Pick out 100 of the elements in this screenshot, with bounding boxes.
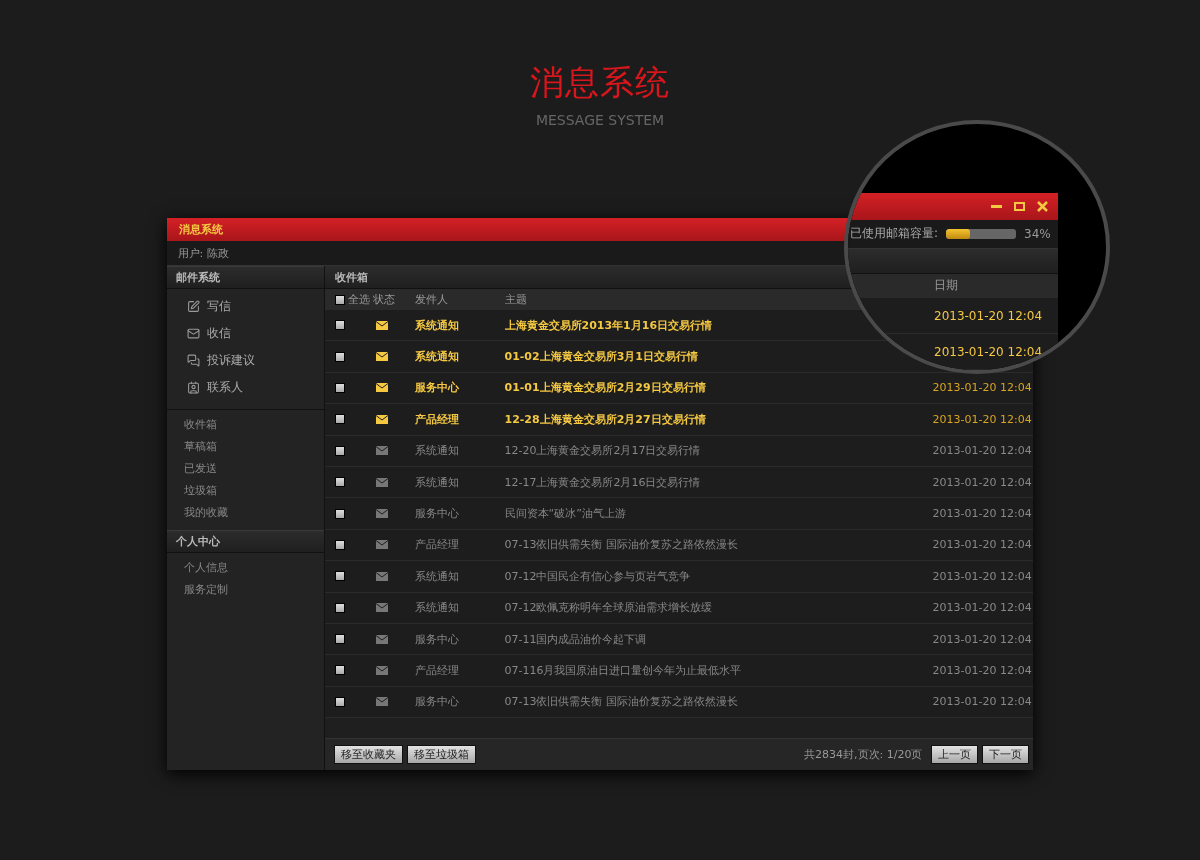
- row-checkbox[interactable]: [334, 320, 345, 331]
- column-header: 状态: [372, 292, 395, 307]
- move-button[interactable]: 移至收藏夹: [333, 745, 403, 764]
- row-checkbox[interactable]: [334, 539, 345, 550]
- date-cell: 2013-01-20 12:04: [932, 444, 1032, 458]
- row-checkbox[interactable]: [334, 696, 345, 707]
- sidebar-action[interactable]: 收信: [186, 320, 324, 347]
- sidebar-action[interactable]: 投诉建议: [186, 347, 324, 374]
- user-name: 用户: 陈政: [177, 245, 229, 261]
- envelope-icon: [375, 477, 388, 487]
- subject-cell[interactable]: 07-12欧佩克称明年全球原油需求增长放缓: [504, 600, 713, 616]
- subject-cell[interactable]: 07-116月我国原油日进口量创今年为止最低水平: [504, 663, 742, 678]
- subject-cell[interactable]: 07-13依旧供需失衡 国际油价复苏之路依然漫长: [504, 694, 738, 710]
- edit-icon: [186, 300, 200, 313]
- envelope-icon: [375, 666, 388, 675]
- sidebar-item[interactable]: 服务定制: [183, 579, 324, 601]
- envelope-icon: [375, 509, 388, 519]
- date-cell: 2013-01-20 12:04: [934, 308, 1043, 323]
- inbox-title: 收件箱: [334, 269, 368, 285]
- sender-cell: 服务中心: [414, 506, 459, 522]
- date-cell: 2013-01-20 12:04: [932, 632, 1032, 646]
- date-cell: 2013-01-20 12:04: [932, 695, 1032, 709]
- date-cell: 2013-01-20 12:04: [932, 507, 1032, 521]
- envelope-icon: [375, 414, 388, 424]
- date-cell: 2013-01-20 12:04: [932, 412, 1032, 426]
- row-checkbox[interactable]: [334, 508, 345, 519]
- chat-icon: [186, 354, 200, 367]
- sidebar-item[interactable]: 垃圾箱: [183, 480, 324, 502]
- column-header: 主题: [504, 292, 527, 307]
- envelope-icon: [375, 634, 388, 644]
- capacity-reading: 34%: [1024, 226, 1051, 241]
- select-all-checkbox[interactable]: [334, 294, 345, 305]
- subject-cell[interactable]: 12-17上海黄金交易所2月16日交易行情: [504, 474, 701, 490]
- close-icon[interactable]: [1037, 200, 1048, 212]
- sender-cell: 产品经理: [414, 663, 459, 678]
- page-title: 消息系统: [530, 61, 670, 104]
- sender-cell: 系统通知: [414, 349, 459, 365]
- sender-cell: 系统通知: [414, 474, 459, 490]
- sender-cell: 服务中心: [414, 694, 459, 710]
- next-page-button[interactable]: 下一页: [981, 745, 1029, 764]
- sidebar-section-header: 邮件系统: [166, 266, 324, 289]
- sidebar-item[interactable]: 我的收藏: [183, 502, 324, 524]
- sidebar-item[interactable]: 草稿箱: [183, 436, 324, 458]
- row-checkbox[interactable]: [334, 571, 345, 582]
- envelope-icon: [375, 540, 388, 550]
- date-cell: 2013-01-20 12:04: [932, 569, 1032, 583]
- page-subtitle: MESSAGE SYSTEM: [535, 112, 665, 128]
- subject-cell[interactable]: 01-02上海黄金交易所3月1日交易行情: [504, 349, 698, 365]
- row-checkbox[interactable]: [334, 602, 345, 613]
- date-cell: 2013-01-20 12:04: [932, 601, 1032, 615]
- sender-cell: 产品经理: [414, 537, 459, 553]
- sidebar-action[interactable]: 写信: [186, 293, 324, 320]
- page-summary: 共2834封,页次: 1/20页: [804, 747, 923, 762]
- contact-card-icon: [186, 381, 200, 394]
- sidebar-action[interactable]: 联系人: [186, 374, 324, 401]
- minimize-icon[interactable]: [991, 204, 1002, 208]
- envelope-icon: [375, 352, 388, 362]
- row-checkbox[interactable]: [334, 445, 345, 456]
- envelope-icon: [186, 327, 200, 340]
- subject-cell[interactable]: 民间资本“破冰”油气上游: [504, 506, 626, 522]
- envelope-icon: [375, 383, 388, 393]
- subject-cell[interactable]: 上海黄金交易所2013年1月16日交易行情: [504, 317, 713, 333]
- row-checkbox[interactable]: [334, 477, 345, 488]
- sender-cell: 系统通知: [414, 443, 459, 459]
- envelope-icon: [375, 571, 388, 581]
- date-cell: 2013-01-20 12:04: [932, 538, 1032, 552]
- sender-cell: 系统通知: [414, 568, 459, 584]
- sender-cell: 产品经理: [414, 411, 459, 427]
- capacity-label: 已使用邮箱容量:: [850, 225, 939, 243]
- subject-cell[interactable]: 12-28上海黄金交易所2月27日交易行情: [504, 411, 706, 427]
- sender-cell: 服务中心: [414, 380, 459, 396]
- row-checkbox[interactable]: [334, 414, 345, 425]
- row-checkbox[interactable]: [334, 665, 345, 676]
- previous-page-button[interactable]: 上一页: [930, 745, 978, 764]
- date-cell: 2013-01-20 12:04: [932, 381, 1032, 395]
- date-cell: 2013-01-20 12:04: [934, 344, 1043, 359]
- move-button[interactable]: 移至垃圾箱: [406, 745, 476, 764]
- sidebar-item[interactable]: 收件箱: [183, 414, 324, 436]
- sender-cell: 系统通知: [414, 600, 459, 616]
- row-checkbox[interactable]: [334, 382, 345, 393]
- capacity-bar: [946, 228, 1017, 239]
- sidebar-item[interactable]: 个人信息: [183, 557, 324, 579]
- column-header: 发件人: [414, 292, 448, 307]
- subject-cell[interactable]: 01-01上海黄金交易所2月29日交易行情: [504, 380, 706, 396]
- row-checkbox[interactable]: [334, 351, 345, 362]
- subject-cell[interactable]: 07-12中国民企有信心参与页岩气竞争: [504, 568, 691, 584]
- row-checkbox[interactable]: [334, 634, 345, 645]
- date-cell: 2013-01-20 12:04: [932, 475, 1032, 489]
- subject-cell[interactable]: 12-20上海黄金交易所2月17日交易行情: [504, 443, 701, 459]
- column-header: 日期: [934, 277, 958, 295]
- date-cell: 2013-01-20 12:04: [932, 664, 1032, 677]
- window-title: 消息系统: [178, 222, 223, 237]
- column-header: 全选: [347, 292, 370, 307]
- sender-cell: 系统通知: [414, 317, 459, 333]
- envelope-icon: [375, 446, 388, 456]
- subject-cell[interactable]: 07-11国内成品油价今起下调: [504, 631, 647, 647]
- sidebar-item[interactable]: 已发送: [183, 458, 324, 480]
- subject-cell[interactable]: 07-13依旧供需失衡 国际油价复苏之路依然漫长: [504, 537, 738, 553]
- envelope-icon: [375, 320, 388, 330]
- maximize-icon[interactable]: [1014, 201, 1025, 211]
